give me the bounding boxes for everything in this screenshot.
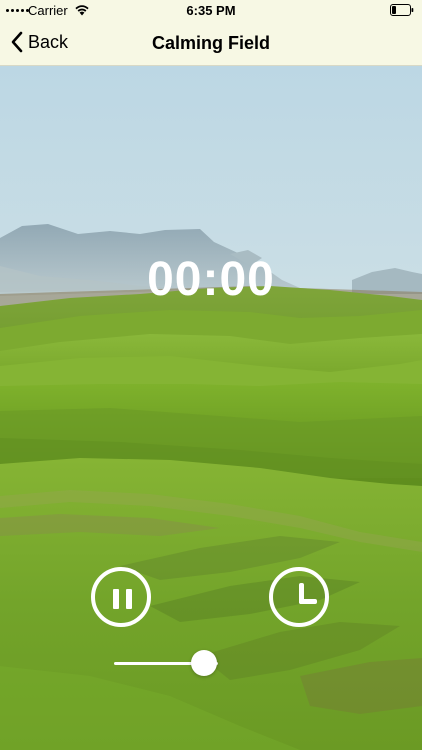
status-time: 6:35 PM bbox=[186, 3, 236, 18]
chevron-left-icon bbox=[11, 31, 23, 53]
timer-button[interactable] bbox=[269, 567, 329, 627]
status-bar: Carrier 6:35 PM bbox=[0, 0, 422, 22]
navigation-bar: Back Calming Field bbox=[0, 22, 422, 66]
slider-thumb[interactable] bbox=[191, 650, 217, 676]
pause-button[interactable] bbox=[91, 567, 151, 627]
field-background-image: 00:00 bbox=[0, 66, 422, 750]
timer-display: 00:00 bbox=[147, 253, 275, 306]
back-label: Back bbox=[28, 31, 69, 52]
volume-slider[interactable] bbox=[114, 648, 226, 678]
back-button[interactable]: Back bbox=[10, 31, 68, 53]
battery-icon bbox=[390, 4, 414, 16]
screen: Carrier 6:35 PM Back Calming Field 00:00 bbox=[0, 0, 422, 750]
